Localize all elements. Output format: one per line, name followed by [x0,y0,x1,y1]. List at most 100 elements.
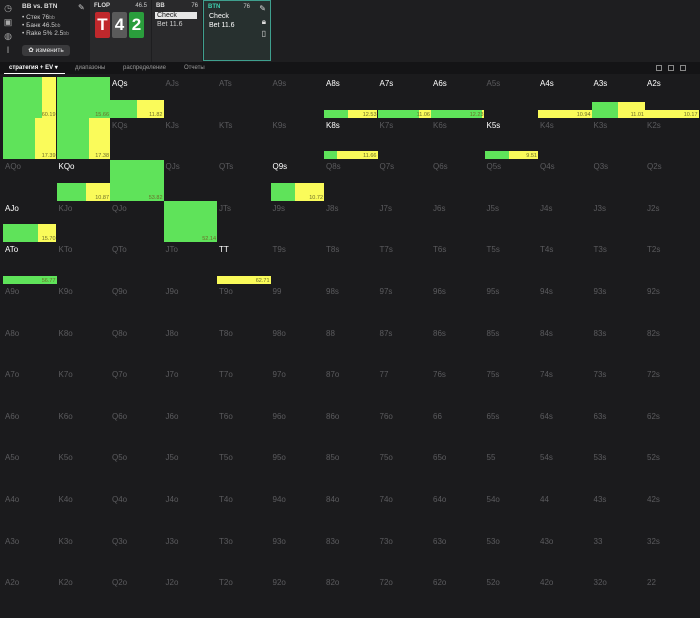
hand-cell[interactable]: 43s [592,493,646,535]
bb-column[interactable]: BB 76 Check Bet 11.6 [152,0,202,62]
hand-cell[interactable]: 86o [324,410,378,452]
hand-cell[interactable]: T8o [217,327,271,369]
btn-bet-action[interactable]: Bet 11.6 [207,22,237,29]
hand-cell[interactable]: 82s [645,327,699,369]
hand-cell[interactable]: 44 [538,493,592,535]
hand-cell[interactable]: KK17.38 [56,118,111,161]
tab-reports[interactable]: Отчеты [184,62,205,74]
hand-cell[interactable]: 76s [431,368,485,410]
bb-check-action[interactable]: Check [155,12,197,19]
hand-cell[interactable]: J7o [164,368,218,410]
hand-cell[interactable]: 52o [485,576,539,618]
hand-cell[interactable]: K9o [57,285,111,327]
hand-cell[interactable]: J5o [164,451,218,493]
hand-cell[interactable]: T6s [431,243,485,285]
hand-cell[interactable]: A2s 10.17 [645,77,699,119]
hand-cell[interactable]: AJo 15.70 [3,202,57,244]
list-view-icon[interactable] [680,65,686,71]
book-icon[interactable]: ▯ [262,29,266,38]
hand-cell[interactable]: 73s [592,368,646,410]
hand-cell[interactable]: KTs [217,119,271,161]
grid-view-icon[interactable] [656,65,662,71]
hand-cell[interactable]: 63o [431,535,485,577]
edit-pencil-icon[interactable]: ✎ [259,4,266,13]
hand-cell[interactable]: 32s [645,535,699,577]
hand-cell[interactable]: 95o [271,451,325,493]
hand-cell[interactable]: 88 [324,327,378,369]
hand-cell[interactable]: 82o [324,576,378,618]
hand-cell[interactable]: T5o [217,451,271,493]
hand-cell[interactable]: Q7o [110,368,164,410]
hand-cell[interactable]: T4s [538,243,592,285]
hand-cell[interactable]: J7s [378,202,432,244]
hand-cell[interactable]: 84s [538,327,592,369]
hand-cell[interactable]: 96s [431,285,485,327]
hand-cell[interactable]: J4s [538,202,592,244]
hand-cell[interactable]: 93s [592,285,646,327]
tab-distribution[interactable]: распределение [123,62,166,74]
hand-cell[interactable]: A9o [3,285,57,327]
hand-cell[interactable]: KTo [57,243,111,285]
change-spot-button[interactable]: ✿ изменить [22,45,70,56]
hand-cell[interactable]: A4o [3,493,57,535]
hand-cell[interactable]: Q6o [110,410,164,452]
hand-cell[interactable]: T4o [217,493,271,535]
hand-cell[interactable]: K6s [431,119,485,161]
hand-cell[interactable]: 85o [324,451,378,493]
hand-cell[interactable]: A6o [3,410,57,452]
hand-cell[interactable]: 84o [324,493,378,535]
hand-cell[interactable]: 76o [378,410,432,452]
hand-cell[interactable]: 94o [271,493,325,535]
bb-bet-action[interactable]: Bet 11.6 [155,21,185,28]
hand-cell[interactable]: 99 [271,285,325,327]
hand-cell[interactable]: T3o [217,535,271,577]
hand-cell[interactable]: K5o [57,451,111,493]
hand-cell[interactable]: K2s [645,119,699,161]
hand-cell[interactable]: K2o [57,576,111,618]
flop-column[interactable]: FLOP 46.5 T 4 2 [90,0,151,62]
hand-cell[interactable]: 95s [485,285,539,327]
hand-cell[interactable]: 77 [378,368,432,410]
hand-cell[interactable]: 43o [538,535,592,577]
hand-cell[interactable]: T7s [378,243,432,285]
hand-cell[interactable]: J2s [645,202,699,244]
hand-cell[interactable]: A7o [3,368,57,410]
hand-cell[interactable]: T6o [217,410,271,452]
hand-cell[interactable]: Q2s [645,160,699,202]
hand-cell[interactable]: Q7s [378,160,432,202]
hand-cell[interactable]: KQs [110,119,164,161]
hand-cell[interactable]: 32o [592,576,646,618]
hand-cell[interactable]: AKs15.66 [56,76,110,119]
hand-cell[interactable]: QJo [110,202,164,244]
hand-cell[interactable]: 62o [431,576,485,618]
hand-cell[interactable]: K9s [271,119,325,161]
edit-pencil-icon[interactable]: ✎ [78,3,85,12]
hand-cell[interactable]: J3o [164,535,218,577]
hand-cell[interactable]: 53s [592,451,646,493]
hand-cell[interactable]: T9o [217,285,271,327]
hand-cell[interactable]: QQ53.82 [110,159,164,202]
hand-cell[interactable]: Q9s 10.72 [270,160,325,202]
hand-cell[interactable]: JTs [217,202,271,244]
hand-cell[interactable]: 52s [645,451,699,493]
hand-cell[interactable]: 62s [645,410,699,452]
hand-cell[interactable]: Q3o [110,535,164,577]
hand-cell[interactable]: A6s 12.23 [431,77,485,119]
hand-cell[interactable]: J9o [164,285,218,327]
hand-cell[interactable]: K8o [57,327,111,369]
hand-cell[interactable]: 98o [271,327,325,369]
text-cursor-icon[interactable]: I [3,45,13,55]
hand-cell[interactable]: Q8s [324,160,378,202]
hand-cell[interactable]: 87o [324,368,378,410]
lock-icon[interactable]: 🔒︎ [262,17,266,27]
hand-cell[interactable]: 75o [378,451,432,493]
hand-cell[interactable]: A5s [485,77,539,119]
hand-cell[interactable]: T2o [217,576,271,618]
hand-cell[interactable]: 64s [538,410,592,452]
hand-cell[interactable]: A3o [3,535,57,577]
hand-cell[interactable]: Q4o [110,493,164,535]
hand-cell[interactable]: A9s [271,77,325,119]
hand-cell[interactable]: 42s [645,493,699,535]
hand-cell[interactable]: 96o [271,410,325,452]
hand-cell[interactable]: 83o [324,535,378,577]
